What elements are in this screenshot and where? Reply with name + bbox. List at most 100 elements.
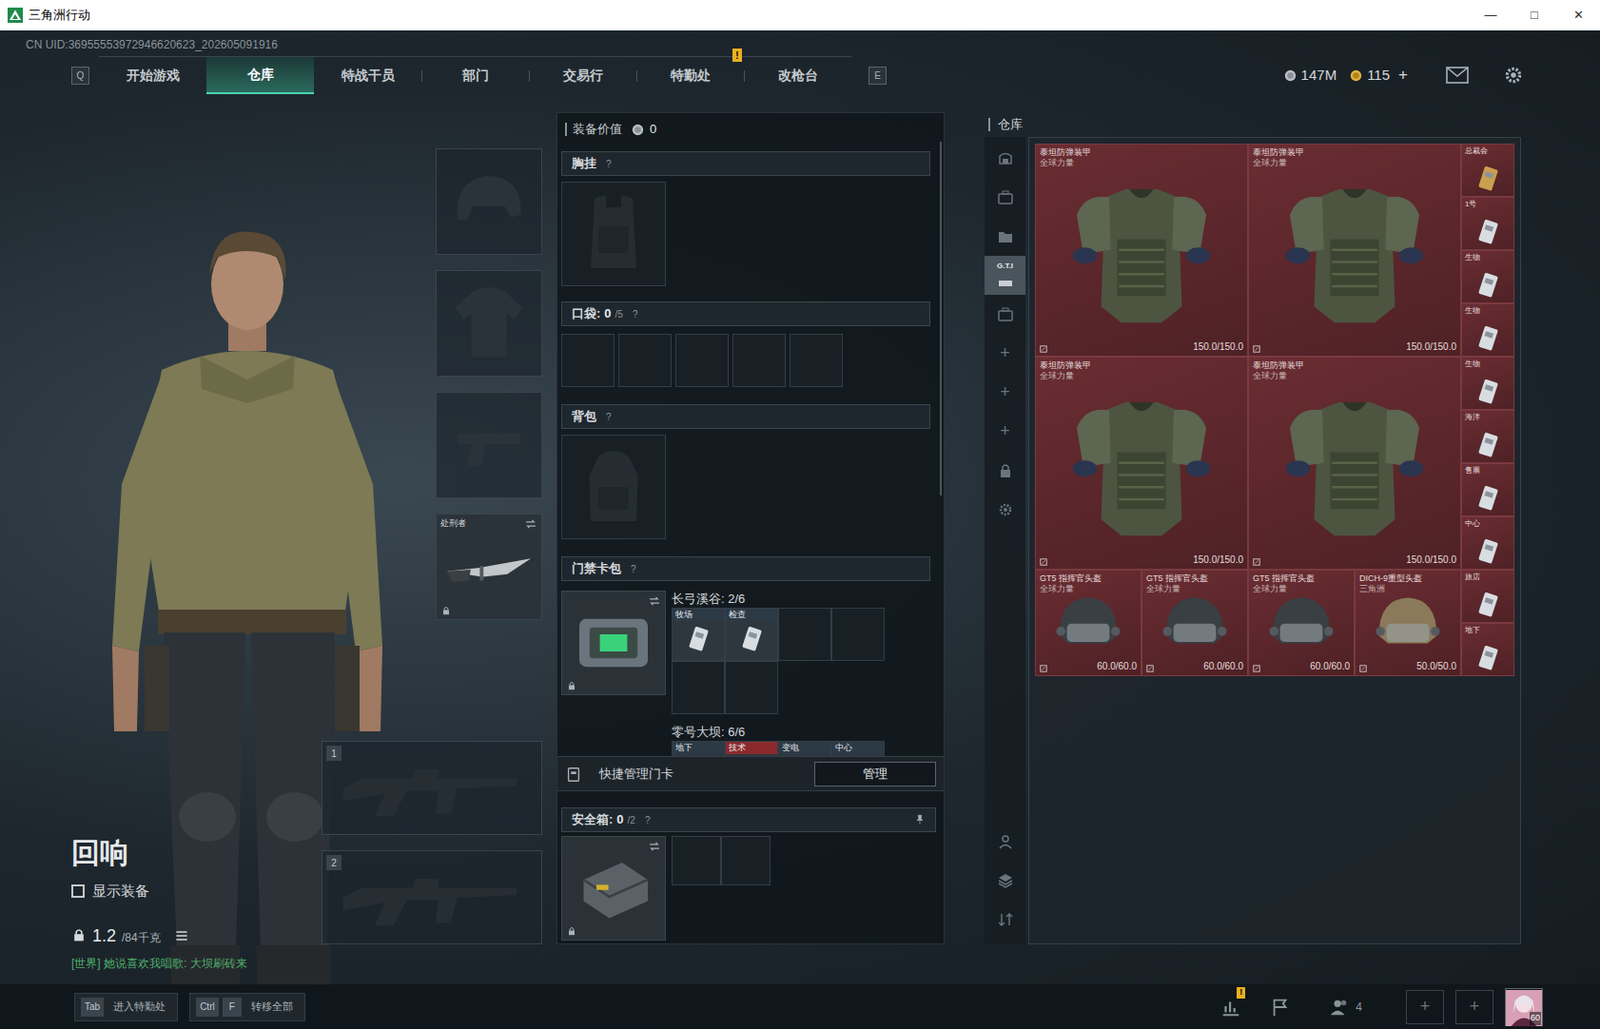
tool-add[interactable]: + bbox=[984, 411, 1026, 451]
warehouse-keycard[interactable]: 总裁会 bbox=[1461, 143, 1515, 197]
nav-tab[interactable]: 开始游戏 bbox=[98, 57, 207, 95]
key-hint[interactable]: CtrlF转移全部 bbox=[189, 993, 306, 1022]
pocket-slot[interactable] bbox=[732, 333, 786, 388]
backpack-slot[interactable] bbox=[561, 434, 666, 540]
tool-person[interactable] bbox=[984, 821, 1026, 861]
warehouse-item[interactable]: GT5 指挥官头盔全球力量60.0/60.0 bbox=[1248, 569, 1355, 677]
scrollbar[interactable] bbox=[939, 141, 942, 496]
tool-add[interactable]: + bbox=[984, 372, 1026, 412]
player-avatar[interactable]: 60 bbox=[1504, 988, 1543, 1027]
warehouse-item[interactable]: GT5 指挥官头盔全球力量60.0/60.0 bbox=[1034, 569, 1142, 677]
window-control-button[interactable]: — bbox=[1468, 0, 1513, 31]
help-icon[interactable]: ? bbox=[605, 409, 612, 425]
checkbox[interactable] bbox=[71, 884, 85, 898]
manage-button[interactable]: 管理 bbox=[814, 761, 937, 787]
warehouse-keycard[interactable]: 生物 bbox=[1461, 250, 1515, 304]
pocket-slot[interactable] bbox=[618, 333, 672, 388]
friends-button[interactable]: 4 bbox=[1328, 996, 1363, 1018]
swap-icon[interactable] bbox=[647, 594, 662, 608]
tool-lock[interactable] bbox=[984, 450, 1026, 490]
warehouse-keycard[interactable]: 1号 bbox=[1461, 196, 1515, 251]
section-label: 0 bbox=[604, 304, 611, 324]
stats-button[interactable]: ! bbox=[1220, 996, 1242, 1018]
keycard-case-slot[interactable] bbox=[561, 590, 666, 696]
keycard-slot[interactable] bbox=[778, 607, 832, 662]
nav-tab[interactable]: 特勤处! bbox=[636, 57, 744, 95]
pistol-slot[interactable] bbox=[435, 391, 543, 499]
weapon-slot[interactable]: 1 bbox=[321, 741, 543, 836]
keycard-icon bbox=[1471, 269, 1504, 302]
next-tab-key[interactable]: E bbox=[868, 66, 887, 85]
warehouse-item[interactable]: 泰坦防弹装甲全球力量150.0/150.0 bbox=[1034, 143, 1249, 357]
nav-tab[interactable]: 特战干员 bbox=[313, 57, 422, 95]
warehouse-keycard[interactable]: 售票 bbox=[1461, 463, 1515, 517]
warehouse-keycard[interactable]: 生物 bbox=[1461, 303, 1515, 357]
list-icon[interactable] bbox=[174, 928, 190, 944]
keycard-slot[interactable]: 变电 bbox=[778, 741, 832, 757]
tool-sort[interactable] bbox=[984, 899, 1026, 939]
help-icon[interactable]: ? bbox=[605, 156, 612, 172]
warehouse-item[interactable]: 泰坦防弹装甲全球力量150.0/150.0 bbox=[1034, 356, 1249, 570]
tool-add[interactable]: + bbox=[984, 333, 1026, 373]
keycard-slot[interactable]: 地下 bbox=[671, 741, 725, 757]
keycard-slot[interactable]: 中心 bbox=[831, 741, 885, 757]
keycard-slot[interactable] bbox=[831, 607, 885, 662]
pocket-slot[interactable] bbox=[561, 333, 615, 388]
keycard-slot[interactable] bbox=[671, 661, 725, 715]
warehouse-keycard[interactable]: 生物 bbox=[1461, 356, 1515, 410]
warehouse-item[interactable]: DICH-9重型头盔三角洲50.0/50.0 bbox=[1354, 569, 1462, 677]
tool-case[interactable] bbox=[984, 177, 1026, 217]
keycard-label-band: 牧场 bbox=[672, 608, 724, 622]
armor-slot[interactable] bbox=[435, 270, 543, 377]
help-icon[interactable]: ? bbox=[632, 307, 639, 322]
flag-icon[interactable] bbox=[1269, 996, 1291, 1018]
tool-gti[interactable]: G.T.I bbox=[984, 255, 1026, 295]
friends-count: 4 bbox=[1355, 998, 1363, 1016]
swap-icon[interactable] bbox=[647, 839, 662, 854]
mail-icon[interactable] bbox=[1445, 66, 1469, 84]
chest-rig-slot[interactable] bbox=[561, 181, 666, 287]
nav-tab[interactable]: 改枪台 bbox=[743, 57, 852, 95]
tool-folder[interactable] bbox=[984, 216, 1026, 256]
weapon-slot[interactable]: 2 bbox=[321, 850, 543, 945]
show-equipment-toggle[interactable]: 显示装备 bbox=[71, 880, 248, 903]
prev-tab-key[interactable]: Q bbox=[71, 66, 90, 85]
window-control-button[interactable]: □ bbox=[1512, 0, 1557, 31]
nav-tab[interactable]: 部门 bbox=[421, 57, 529, 95]
pin-icon[interactable] bbox=[914, 814, 926, 826]
nav-tab[interactable]: 仓库 bbox=[206, 57, 314, 95]
tool-case[interactable] bbox=[984, 294, 1026, 334]
warehouse-item[interactable]: 泰坦防弹装甲全球力量150.0/150.0 bbox=[1248, 143, 1462, 357]
helmet-slot[interactable] bbox=[435, 148, 543, 255]
warehouse-item[interactable]: 泰坦防弹装甲全球力量150.0/150.0 bbox=[1248, 356, 1462, 570]
warehouse-keycard[interactable]: 地下 bbox=[1461, 623, 1515, 677]
pocket-slot[interactable] bbox=[675, 333, 729, 388]
window-controls: —□✕ bbox=[1468, 0, 1600, 31]
tool-layers[interactable] bbox=[984, 860, 1026, 900]
keycard-slot[interactable]: 牧场 bbox=[671, 607, 725, 662]
secure-case-slot[interactable] bbox=[561, 836, 666, 941]
warehouse-keycard[interactable]: 旅店 bbox=[1461, 569, 1515, 624]
secure-slot[interactable] bbox=[671, 836, 722, 886]
pocket-slot[interactable] bbox=[789, 333, 843, 388]
key-hint[interactable]: Tab进入特勤处 bbox=[74, 993, 178, 1022]
keycard-slot[interactable]: 技术 bbox=[724, 741, 779, 757]
help-icon[interactable]: ? bbox=[630, 562, 637, 577]
gear-icon[interactable] bbox=[1502, 64, 1524, 86]
keycard-slot[interactable]: 检查 bbox=[724, 607, 779, 662]
tool-safe[interactable] bbox=[984, 138, 1026, 178]
warehouse-item[interactable]: GT5 指挥官头盔全球力量60.0/60.0 bbox=[1141, 569, 1249, 677]
warehouse-keycard[interactable]: 海洋 bbox=[1461, 409, 1515, 464]
add-currency-button[interactable]: + bbox=[1398, 62, 1408, 88]
invite-slot[interactable]: + bbox=[1455, 990, 1494, 1025]
secure-slot[interactable] bbox=[721, 836, 771, 886]
melee-slot[interactable]: 处刑者 bbox=[435, 513, 543, 621]
tool-gear[interactable] bbox=[984, 489, 1026, 529]
window-control-button[interactable]: ✕ bbox=[1556, 0, 1600, 31]
swap-icon[interactable] bbox=[524, 517, 538, 531]
nav-tab[interactable]: 交易行 bbox=[528, 57, 637, 95]
help-icon[interactable]: ? bbox=[644, 813, 651, 828]
invite-slot[interactable]: + bbox=[1405, 990, 1444, 1025]
warehouse-keycard[interactable]: 中心 bbox=[1461, 516, 1515, 570]
keycard-slot[interactable] bbox=[724, 661, 779, 715]
